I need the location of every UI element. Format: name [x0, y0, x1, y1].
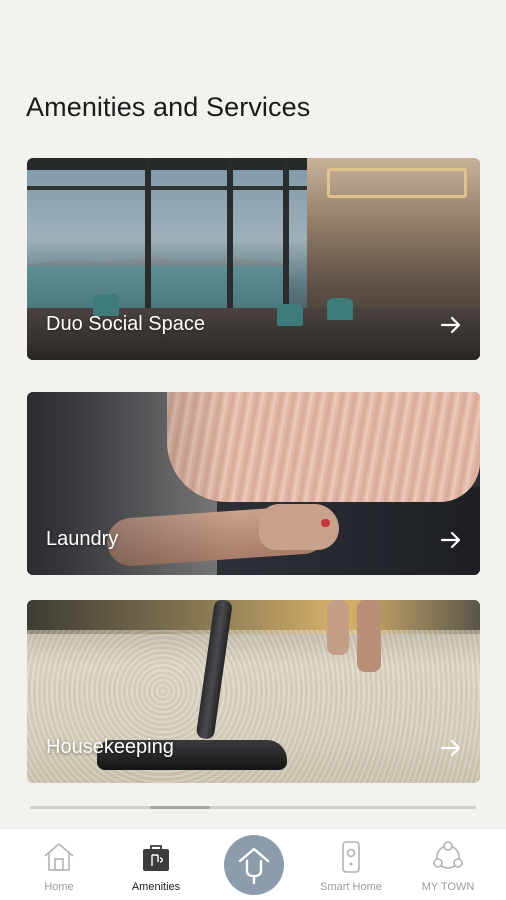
- card-image-leg: [327, 600, 349, 655]
- card-image-ceiling-light: [327, 168, 467, 198]
- nav-item-amenities[interactable]: Amenities: [111, 829, 201, 900]
- nav-item-smart-home[interactable]: Smart Home: [306, 829, 396, 900]
- card-image-chair: [277, 304, 303, 326]
- arrow-right-icon: [440, 739, 461, 757]
- nav-item-home[interactable]: Home: [14, 829, 104, 900]
- scroll-indicator[interactable]: [30, 806, 476, 809]
- card-image-room-background: [27, 600, 480, 634]
- card-image-window-frame: [145, 158, 151, 308]
- card-label: Duo Social Space: [46, 313, 205, 335]
- card-image-leg: [357, 600, 381, 672]
- voice-home-icon: [238, 847, 270, 885]
- card-housekeeping[interactable]: Housekeeping: [27, 600, 480, 783]
- smart-home-remote-icon: [342, 841, 360, 873]
- amenities-bag-icon: [143, 845, 169, 871]
- card-image-chair: [327, 298, 353, 320]
- nav-label: Home: [44, 881, 74, 893]
- voice-home-button[interactable]: [224, 835, 284, 895]
- nav-label: Amenities: [131, 881, 181, 893]
- card-duo-social-space[interactable]: Duo Social Space: [27, 158, 480, 360]
- home-icon: [44, 843, 74, 871]
- card-image-window-frame: [27, 158, 317, 170]
- card-image-window-frame: [227, 158, 233, 308]
- page-title: Amenities and Services: [26, 92, 311, 122]
- nav-label: Smart Home: [320, 881, 382, 893]
- card-image-window-frame: [27, 186, 317, 190]
- arrow-right-icon: [440, 316, 461, 334]
- bottom-nav: Home Amenities Smart Home MY TOWN: [0, 828, 506, 900]
- nav-item-my-town[interactable]: MY TOWN: [403, 829, 493, 900]
- arrow-right-icon: [440, 531, 461, 549]
- card-label: Laundry: [46, 528, 119, 550]
- card-laundry[interactable]: Laundry: [27, 392, 480, 575]
- community-icon: [433, 841, 463, 869]
- card-image-window-frame: [283, 158, 289, 308]
- scroll-thumb[interactable]: [150, 806, 210, 809]
- card-label: Housekeeping: [46, 736, 174, 758]
- nav-label: MY TOWN: [421, 881, 475, 893]
